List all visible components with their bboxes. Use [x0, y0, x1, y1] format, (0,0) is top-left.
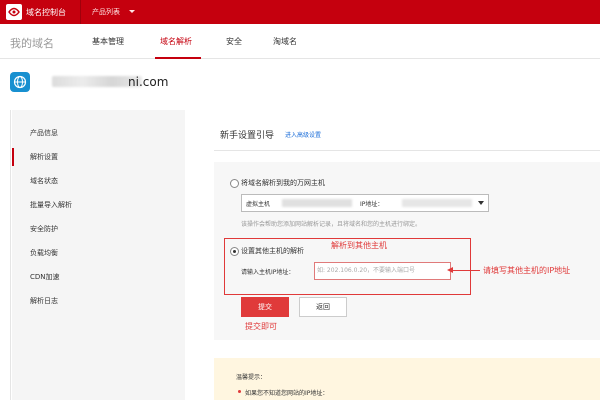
sidebar-item-load-balancing[interactable]: 负载均衡 — [12, 242, 185, 264]
annotation-fill-ip: 请填写其他主机的IP地址 — [483, 266, 571, 275]
sidebar-item-security[interactable]: 安全防护 — [12, 218, 185, 240]
annotation-resolve-other: 解析到其他主机 — [331, 241, 387, 250]
advanced-settings-link[interactable]: 进入高级设置 — [285, 130, 321, 139]
sidebar: 产品信息 解析设置 域名状态 批量导入解析 安全防护 负载均衡 CDN加速 解析… — [12, 110, 185, 400]
domain-nav: 我的域名 基本管理 域名解析 安全 淘域名 — [0, 24, 600, 59]
option-other-host-label[interactable]: 设置其他主机的解析 — [241, 246, 304, 256]
radio-my-host[interactable] — [230, 179, 239, 188]
ip-field-wrapper — [314, 262, 451, 280]
sidebar-item-domain-status[interactable]: 域名状态 — [12, 170, 185, 192]
tips-item: 如果您不知道您网站的IP地址： — [245, 390, 329, 397]
sidebar-item-label: 负载均衡 — [30, 249, 58, 257]
tips-title: 温馨提示： — [236, 374, 267, 381]
divider — [80, 0, 81, 24]
ip-address-input[interactable] — [317, 264, 447, 277]
tab-security[interactable]: 安全 — [226, 36, 242, 47]
sidebar-item-label: CDN加速 — [30, 273, 60, 281]
section-title: 新手设置引导 — [220, 131, 275, 141]
page-title: 我的域名 — [10, 37, 54, 50]
domain-header: ni.com — [0, 59, 600, 109]
bullet-icon — [238, 390, 241, 393]
sidebar-item-label: 域名状态 — [30, 177, 58, 185]
tab-dns-resolution[interactable]: 域名解析 — [160, 36, 192, 47]
host-select[interactable]: 虚拟主机 IP地址： — [241, 194, 489, 212]
dropdown-arrow-icon[interactable] — [478, 201, 484, 205]
ip-field-label: 请输入主机IP地址： — [241, 269, 295, 276]
annotation-arrow-line — [452, 270, 480, 271]
redacted-blur — [402, 199, 472, 207]
chevron-down-icon[interactable] — [129, 10, 135, 13]
globe-icon — [10, 72, 30, 92]
aliyun-logo-icon[interactable] — [6, 4, 22, 20]
top-bar: 域名控制台 产品列表 — [0, 0, 600, 24]
annotation-arrow-icon — [447, 267, 453, 273]
sidebar-border — [10, 110, 11, 400]
product-list-menu[interactable]: 产品列表 — [92, 7, 120, 17]
sidebar-item-dns-settings[interactable]: 解析设置 — [12, 146, 185, 168]
tab-tao-domain[interactable]: 淘域名 — [273, 36, 297, 47]
sidebar-item-product-info[interactable]: 产品信息 — [12, 122, 185, 144]
submit-button[interactable]: 提交 — [241, 297, 289, 317]
sidebar-item-dns-log[interactable]: 解析日志 — [12, 290, 185, 312]
back-button[interactable]: 返回 — [299, 297, 347, 317]
radio-other-host[interactable] — [230, 247, 239, 256]
sidebar-item-bulk-import[interactable]: 批量导入解析 — [12, 194, 185, 216]
redacted-blur — [282, 199, 352, 207]
divider — [214, 150, 600, 151]
select-host-prefix: 虚拟主机 — [246, 201, 271, 208]
domain-name: ni.com — [128, 75, 169, 89]
console-title[interactable]: 域名控制台 — [26, 7, 66, 18]
sidebar-item-label: 批量导入解析 — [30, 201, 72, 209]
sidebar-item-label: 解析日志 — [30, 297, 58, 305]
active-indicator — [12, 148, 14, 166]
select-ip-label: IP地址： — [360, 201, 384, 208]
annotation-submit: 提交即可 — [245, 322, 277, 331]
sidebar-item-label: 产品信息 — [30, 129, 58, 137]
tab-basic-management[interactable]: 基本管理 — [92, 36, 124, 47]
option-my-host-label[interactable]: 将域名解析到我的万网主机 — [241, 178, 325, 188]
sidebar-item-cdn[interactable]: CDN加速 — [12, 266, 185, 288]
sidebar-item-label: 解析设置 — [30, 153, 58, 161]
sidebar-item-label: 安全防护 — [30, 225, 58, 233]
option-help-text: 该操作会帮助您添加网站解析记录，且将域名和您的主机进行绑定。 — [241, 221, 422, 228]
